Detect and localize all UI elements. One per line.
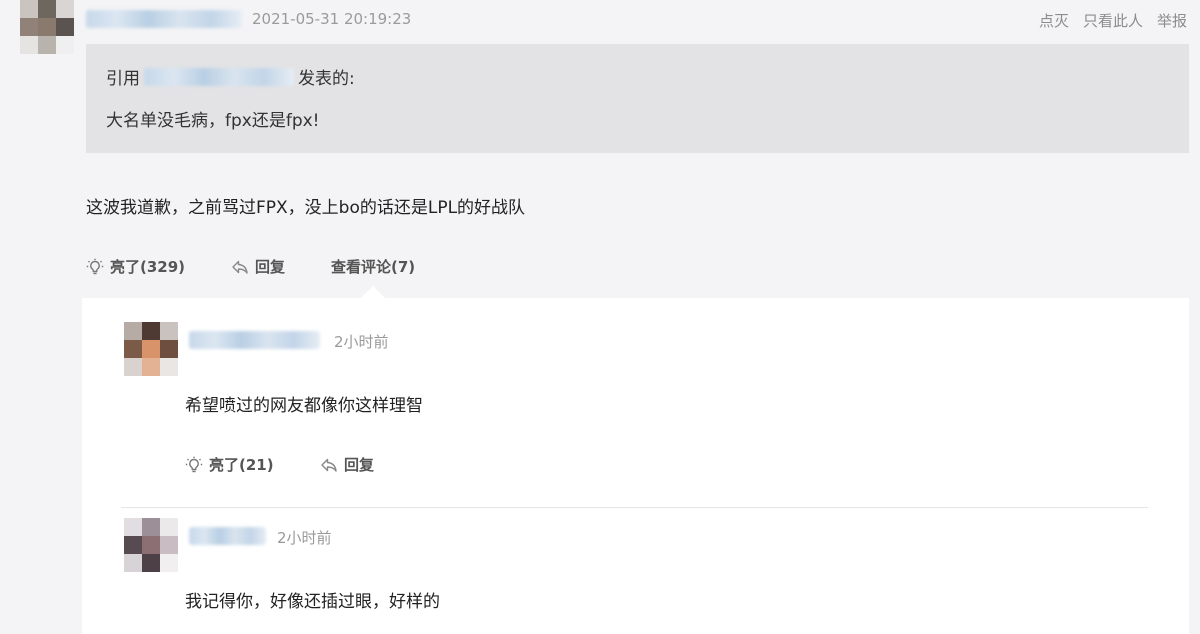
quote-header: 引用 发表的: xyxy=(106,64,355,89)
avatar[interactable] xyxy=(20,0,74,54)
reply-arrow-icon xyxy=(321,458,337,472)
quoted-username[interactable] xyxy=(144,67,294,86)
post-timestamp: 2021-05-31 20:19:23 xyxy=(252,10,412,28)
only-this-user-link[interactable]: 只看此人 xyxy=(1083,10,1143,31)
reply-reply-label: 回复 xyxy=(344,456,375,474)
dislike-link[interactable]: 点灭 xyxy=(1039,10,1069,31)
quote-prefix: 引用 xyxy=(106,69,140,89)
like-label: 亮了(329) xyxy=(110,258,186,276)
lightbulb-icon xyxy=(86,258,104,274)
reply-like-button[interactable]: 亮了(21) xyxy=(185,454,274,475)
panel-caret xyxy=(361,286,385,298)
quote-suffix: 发表的: xyxy=(298,69,355,89)
reply-label: 回复 xyxy=(255,258,286,276)
report-link[interactable]: 举报 xyxy=(1157,10,1187,31)
reply-like-label: 亮了(21) xyxy=(209,456,274,474)
post-text: 这波我道歉，之前骂过FPX，没上bo的话还是LPL的好战队 xyxy=(86,198,526,218)
reply-divider xyxy=(121,507,1148,508)
reply-avatar[interactable] xyxy=(124,518,178,572)
lightbulb-icon xyxy=(185,456,203,472)
view-comments-button[interactable]: 查看评论(7) xyxy=(331,256,415,277)
reply-username[interactable] xyxy=(189,527,266,545)
reply-timestamp: 2小时前 xyxy=(277,529,332,547)
quote-text: 大名单没毛病，fpx还是fpx! xyxy=(106,111,320,131)
like-button[interactable]: 亮了(329) xyxy=(86,256,185,277)
reply-reply-button[interactable]: 回复 xyxy=(320,454,374,475)
reply-username[interactable] xyxy=(189,331,320,349)
reply-arrow-icon xyxy=(232,260,248,274)
post-top-actions: 点灭 只看此人 举报 xyxy=(1039,10,1187,31)
reply-timestamp: 2小时前 xyxy=(334,333,389,351)
reply-button[interactable]: 回复 xyxy=(231,256,285,277)
reply-avatar[interactable] xyxy=(124,322,178,376)
reply-text: 希望喷过的网友都像你这样理智 xyxy=(185,396,423,416)
quote-block: 引用 发表的: 大名单没毛病，fpx还是fpx! xyxy=(86,44,1189,153)
view-comments-label: 查看评论(7) xyxy=(331,258,416,276)
username[interactable] xyxy=(86,10,242,28)
reply-text: 我记得你，好像还插过眼，好样的 xyxy=(185,592,440,612)
